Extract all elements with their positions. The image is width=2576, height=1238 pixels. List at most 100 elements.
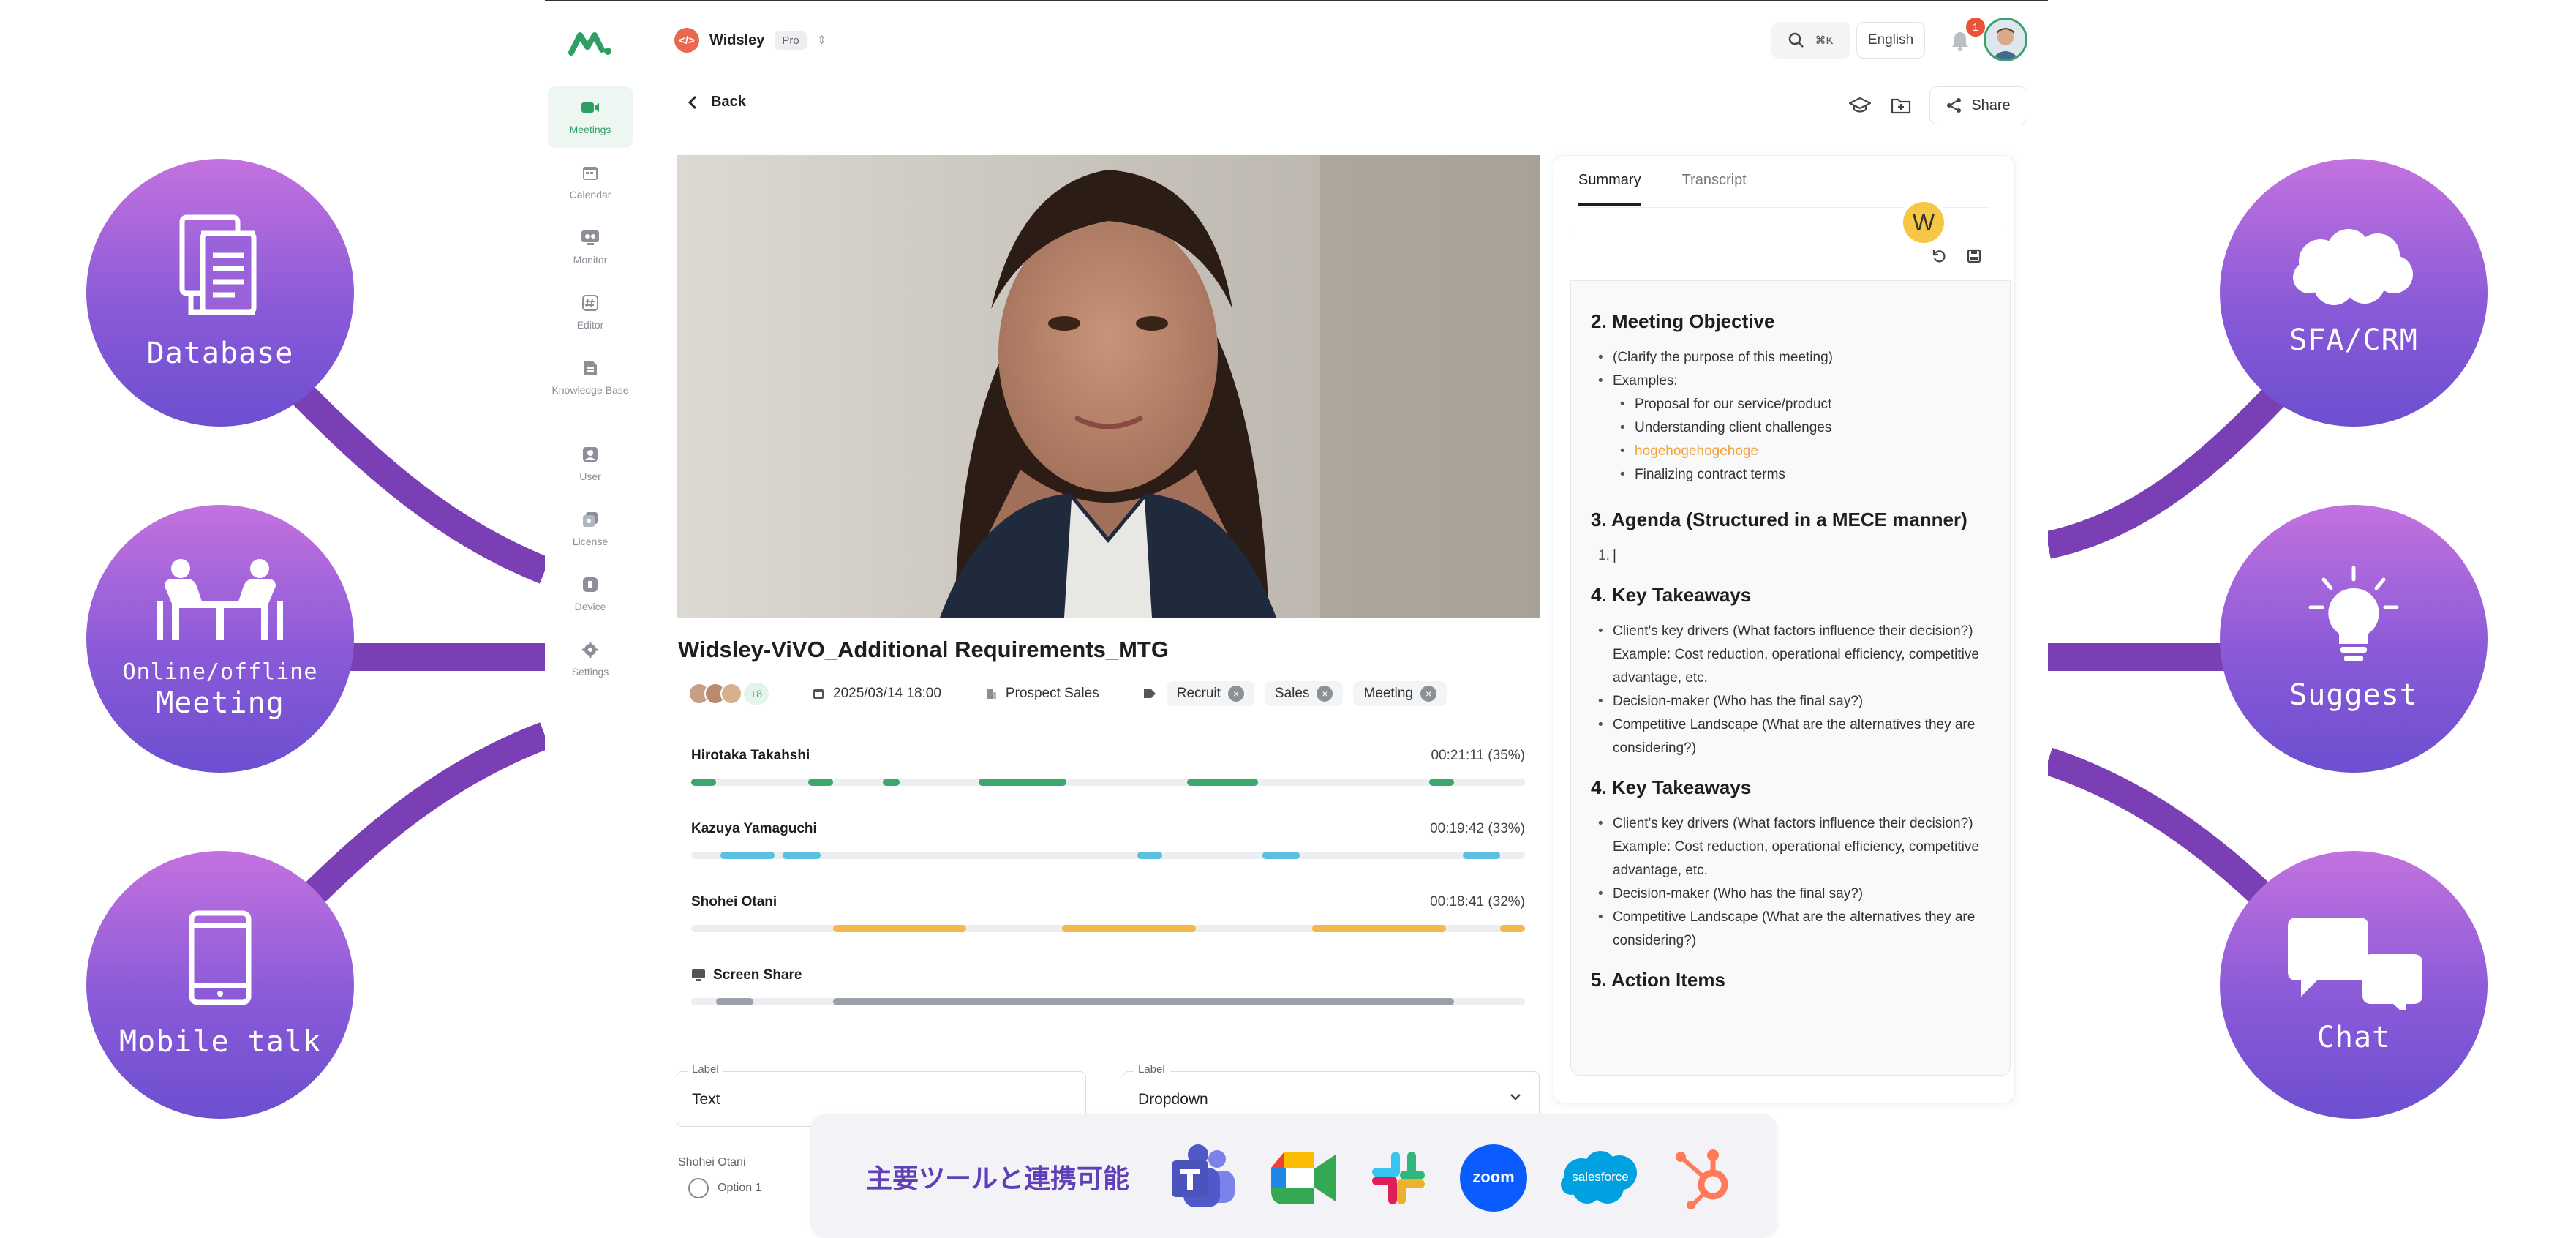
radio-option[interactable]: Option 1	[688, 1178, 761, 1198]
field-label: Label	[688, 1063, 723, 1076]
zoom-logo: zoom	[1460, 1144, 1527, 1212]
participant-video-frame	[677, 155, 1540, 618]
sidebar-item-label: Settings	[571, 666, 609, 678]
summary-text: Example: Cost reduction, operational eff…	[1613, 647, 1979, 686]
meeting-category: Prospect Sales	[985, 686, 1099, 702]
bullet-item: Examples:	[1591, 369, 2005, 393]
sidebar-item-meetings[interactable]: Meetings	[548, 86, 633, 148]
bullet-item: Client's key drivers (What factors influ…	[1591, 812, 2005, 836]
tag-icon	[1143, 689, 1156, 698]
hash-icon	[581, 294, 600, 312]
sidebar-item-device[interactable]: Device	[548, 563, 633, 625]
section-heading: 3. Agenda (Structured in a MECE manner)	[1591, 509, 1967, 530]
meeting-video[interactable]	[677, 155, 1540, 618]
sidebar-item-monitor[interactable]: Monitor	[548, 217, 633, 278]
speaking-segment	[1462, 852, 1500, 859]
speaking-segment	[1499, 925, 1525, 932]
meeting-datetime: 2025/03/14 18:00	[813, 686, 941, 702]
screen-share-label: Screen Share	[691, 967, 802, 983]
bullet-item: |	[1591, 544, 2005, 568]
sidebar-item-knowledge-base[interactable]: Knowledge Base	[548, 347, 633, 408]
avatar	[720, 683, 742, 705]
search-button[interactable]: ⌘K	[1771, 22, 1850, 59]
remove-tag-icon[interactable]: ×	[1317, 686, 1333, 702]
tag-chip[interactable]: Recruit ×	[1166, 681, 1254, 706]
section-heading: 2. Meeting Objective	[1591, 310, 1775, 332]
bullet-item: Competitive Landscape (What are the alte…	[1591, 906, 2005, 953]
tag-chip[interactable]: Sales ×	[1264, 681, 1344, 706]
sidebar-item-label: Device	[574, 601, 606, 612]
back-label: Back	[711, 94, 746, 110]
sidebar-item-label: Calendar	[569, 189, 611, 200]
share-icon	[1947, 98, 1962, 113]
screen-share-timeline: Screen Share	[691, 967, 1525, 1005]
speaking-segment	[1187, 779, 1259, 786]
sidebar-item-label: Editor	[576, 319, 604, 331]
sidebar-item-calendar[interactable]: Calendar	[548, 151, 633, 213]
field-label: Label	[1134, 1063, 1170, 1076]
sidebar-item-editor[interactable]: Editor	[548, 282, 633, 343]
speaker-time: 00:21:11 (35%)	[1431, 748, 1525, 763]
feature-sfa-crm: SFA/CRM	[2220, 159, 2488, 427]
remove-tag-icon[interactable]: ×	[1227, 686, 1244, 702]
slack-logo	[1372, 1152, 1425, 1204]
promo-canvas: Database Online/offline Meeting Mobile t…	[0, 0, 2576, 1238]
save-icon[interactable]	[1967, 249, 1981, 263]
field-value: Dropdown	[1138, 1091, 1208, 1108]
speaking-segment	[716, 998, 754, 1005]
meeting-actions: Share	[1848, 86, 2027, 124]
tag-chip[interactable]: Meeting ×	[1353, 681, 1447, 706]
radio-icon[interactable]	[688, 1178, 709, 1198]
tab-summary[interactable]: Summary	[1578, 172, 1641, 206]
bullet-item: (Clarify the purpose of this meeting)	[1591, 346, 2005, 369]
speaking-segment	[691, 779, 717, 786]
speaker-track[interactable]	[691, 925, 1525, 932]
speaker-track[interactable]	[691, 852, 1525, 859]
plan-badge: Pro	[775, 31, 807, 50]
summary-content: 2. Meeting Objective (Clarify the purpose…	[1591, 294, 2005, 1005]
folder-add-icon[interactable]	[1888, 93, 1913, 118]
share-label: Share	[1971, 97, 2011, 113]
back-button[interactable]: Back	[688, 94, 746, 110]
graduation-cap-icon[interactable]	[1848, 93, 1872, 118]
tab-transcript[interactable]: Transcript	[1682, 172, 1747, 206]
notification-count-badge: 1	[1965, 16, 1986, 38]
sidebar-item-label: Monitor	[573, 254, 608, 266]
field-caption: Shohei Otani	[678, 1156, 746, 1168]
summary-text: Example: Cost reduction, operational eff…	[1613, 839, 1979, 878]
bullet-item: Proposal for our service/product	[1591, 393, 2005, 416]
speaker-track[interactable]	[691, 998, 1525, 1005]
user-avatar[interactable]	[1984, 18, 2027, 61]
collaborator-initial: W	[1912, 209, 1935, 236]
share-button[interactable]: Share	[1929, 86, 2027, 124]
knowledge-icon	[581, 359, 600, 377]
bullet-item: Understanding client challenges	[1591, 416, 2005, 440]
speaker-track[interactable]	[691, 779, 1525, 786]
sidebar-item-settings[interactable]: Settings	[548, 629, 633, 690]
salesforce-logo-text: salesforce	[1572, 1170, 1629, 1184]
remove-tag-icon[interactable]: ×	[1420, 686, 1437, 702]
sidebar-item-label: Knowledge Base	[551, 384, 629, 396]
building-icon	[986, 689, 996, 699]
app-logo	[568, 32, 611, 56]
participant-avatars[interactable]: +8	[688, 683, 769, 705]
speaker-name: Hirotaka Takahshi	[691, 748, 810, 763]
chat-bubbles-icon	[2288, 918, 2422, 1010]
settings-icon	[581, 641, 600, 659]
language-button[interactable]: English	[1856, 22, 1925, 59]
feature-label: Chat	[2316, 1021, 2391, 1054]
hubspot-logo	[1676, 1149, 1728, 1209]
speaker-name: Screen Share	[713, 967, 802, 983]
search-shortcut: ⌘K	[1815, 34, 1834, 47]
participants-more-badge: +8	[744, 683, 769, 705]
feature-chat: Chat	[2220, 851, 2488, 1119]
speaker-time: 00:19:42 (33%)	[1430, 821, 1525, 836]
device-icon	[581, 576, 600, 593]
sidebar-item-license[interactable]: License	[548, 498, 633, 560]
feature-meeting: Online/offline Meeting	[86, 505, 354, 773]
salesforce-logo: salesforce	[1559, 1149, 1641, 1207]
workspace-switcher[interactable]: </> Widsley Pro ⇕	[674, 28, 826, 53]
sidebar-item-user[interactable]: User	[548, 433, 633, 495]
speaker-timeline: Hirotaka Takahshi 00:21:11 (35%)	[691, 748, 1525, 786]
meeting-tags: Recruit × Sales × Meeting ×	[1143, 681, 1447, 706]
